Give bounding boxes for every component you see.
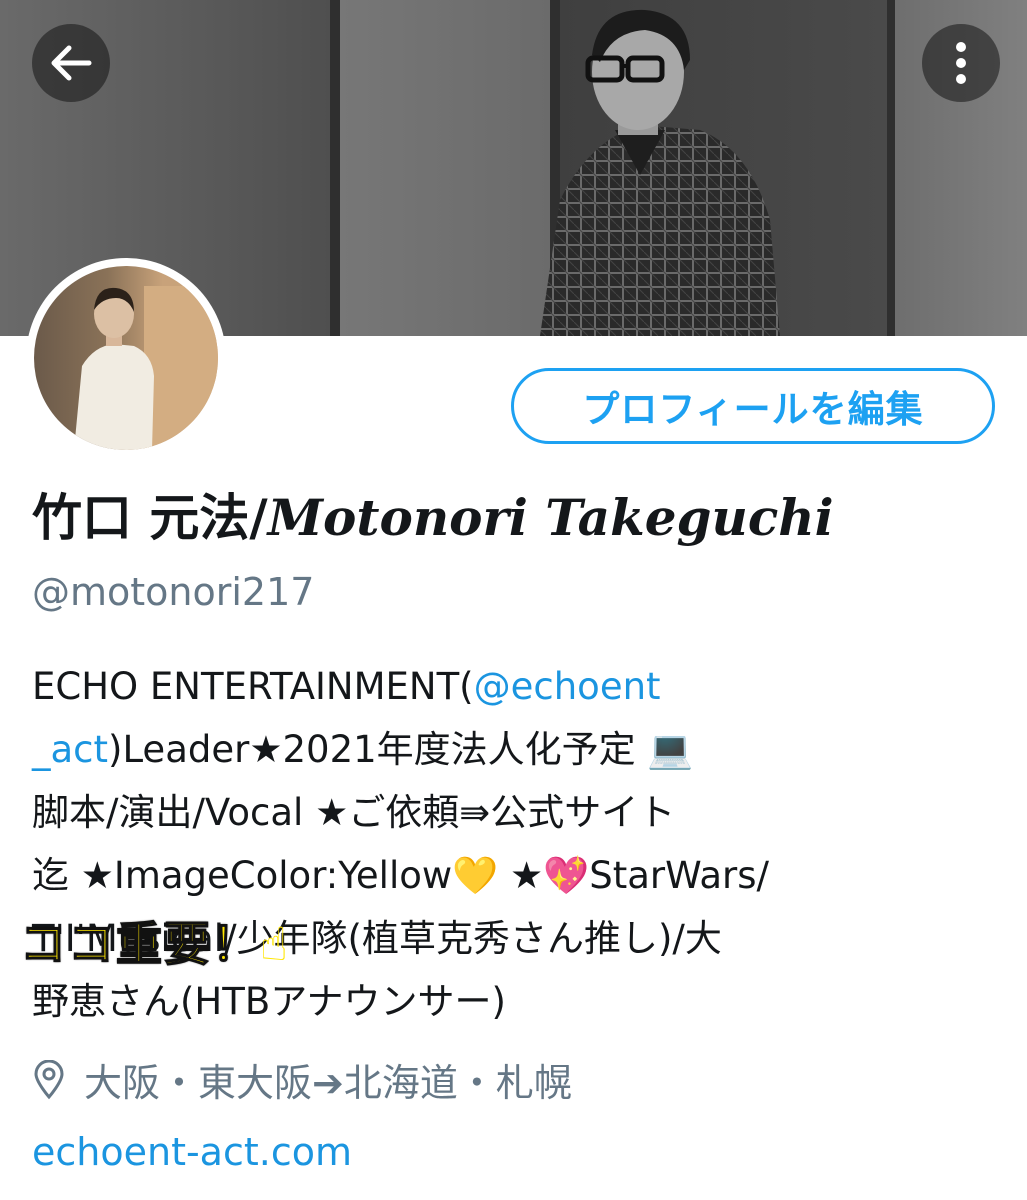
avatar-photo xyxy=(34,266,218,450)
bio-text: )Leader★2021年度法人化予定 xyxy=(108,728,648,771)
laptop-emoji-icon: 💻 xyxy=(647,728,694,771)
profile-location: 大阪・東大阪➔北海道・札幌 xyxy=(32,1052,572,1107)
bio-text: ★ xyxy=(498,854,544,897)
overlay-text: ココ重要！ xyxy=(19,916,260,972)
back-button[interactable] xyxy=(32,24,110,102)
bio-line: _act)Leader★2021年度法人化予定 💻 xyxy=(32,718,1002,781)
more-vertical-icon xyxy=(956,42,966,84)
website-link[interactable]: echoent-act.com xyxy=(32,1130,352,1174)
more-options-button[interactable] xyxy=(922,24,1000,102)
profile-bio: ECHO ENTERTAINMENT(@echoent _act)Leader★… xyxy=(32,655,1002,1033)
location-pin-icon xyxy=(34,1059,64,1099)
display-name-en: Motonori Takeguchi xyxy=(267,488,834,547)
display-name-jp: 竹口 元法/ xyxy=(32,489,268,547)
mention-link[interactable]: @echoent xyxy=(474,665,661,708)
mention-link[interactable]: _act xyxy=(32,728,108,771)
bio-line: 迄 ★ImageColor:Yellow💛 ★💖StarWars/ xyxy=(32,844,1002,907)
bio-line: 野恵さん(HTBアナウンサー) xyxy=(32,980,506,1023)
overlay-annotation: ココ重要！☝ xyxy=(19,908,291,974)
bio-text: StarWars/ xyxy=(589,854,769,897)
yellow-heart-emoji-icon: 💛 xyxy=(452,854,499,897)
location-text: 大阪・東大阪➔北海道・札幌 xyxy=(84,1061,572,1105)
bio-line: ECHO ENTERTAINMENT(@echoent xyxy=(32,655,1002,718)
display-name: 竹口 元法/Motonori Takeguchi xyxy=(32,478,834,550)
arrow-left-icon xyxy=(51,45,92,81)
edit-profile-button[interactable]: プロフィールを編集 xyxy=(511,368,995,444)
user-handle: @motonori217 xyxy=(32,570,315,614)
sparkling-heart-emoji-icon: 💖 xyxy=(543,854,590,897)
avatar[interactable] xyxy=(26,258,226,458)
bio-line: 脚本/演出/Vocal ★ご依頼⇛公式サイト xyxy=(32,791,676,834)
pointing-up-icon: ☝ xyxy=(260,917,291,971)
bio-text: 迄 ★ImageColor:Yellow xyxy=(32,854,453,897)
bio-text: ECHO ENTERTAINMENT( xyxy=(32,665,474,708)
